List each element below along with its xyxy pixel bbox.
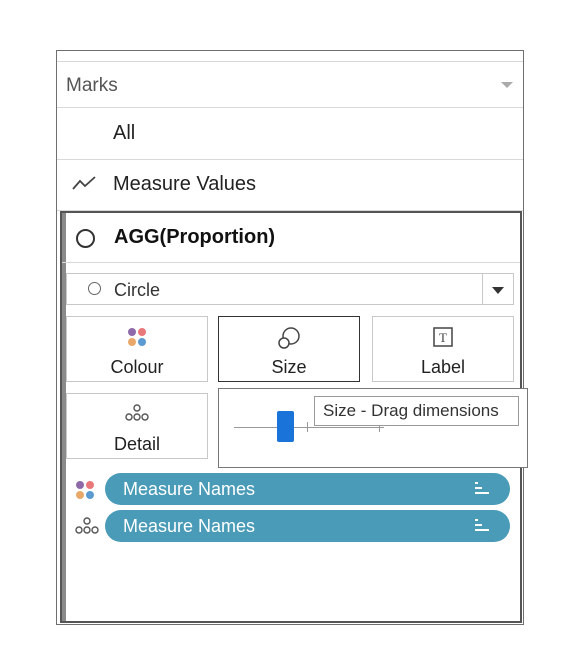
colour-button-label: Colour [110, 357, 164, 377]
circle-icon [76, 229, 95, 248]
line-chart-icon [72, 176, 96, 190]
marks-title: Marks [66, 75, 118, 96]
mark-type-dropdown[interactable]: Circle [66, 273, 514, 305]
pill-label: Measure Names [123, 516, 256, 536]
encoding-row-colour: Measure Names [62, 473, 520, 505]
colour-dots-icon [76, 481, 94, 499]
colour-button[interactable]: Colour [66, 316, 208, 382]
measure-names-pill[interactable]: Measure Names [105, 510, 510, 542]
mark-type-dropdown-button[interactable] [482, 274, 513, 304]
svg-text:T: T [439, 330, 447, 345]
size-slider-tick [307, 422, 308, 432]
marks-panel: Marks All Measure Values AGG(Proportion)… [56, 50, 528, 625]
size-icon [278, 327, 300, 349]
size-button-label: Size [271, 357, 307, 377]
size-slider-thumb[interactable] [277, 411, 294, 442]
marks-card-label: Measure Values [113, 173, 257, 195]
sort-icon[interactable] [474, 518, 492, 534]
marks-card-label: All [113, 122, 136, 144]
marks-header[interactable]: Marks [57, 62, 523, 108]
detail-dots-icon [125, 404, 149, 421]
marks-card-measure-values[interactable]: Measure Values [57, 160, 523, 211]
chevron-down-icon [492, 287, 504, 294]
label-button[interactable]: T Label [372, 316, 514, 382]
panel-top-strip [57, 51, 523, 62]
circle-icon [88, 282, 101, 295]
agg-card-title: AGG(Proportion) [114, 226, 276, 248]
measure-names-pill[interactable]: Measure Names [105, 473, 510, 505]
agg-card-header[interactable]: AGG(Proportion) [62, 213, 520, 263]
chevron-down-icon[interactable] [501, 82, 513, 88]
detail-button-label: Detail [113, 434, 161, 454]
sort-icon[interactable] [474, 481, 492, 497]
encoding-row-detail: Measure Names [62, 510, 520, 542]
size-slider-track[interactable] [234, 427, 384, 428]
mark-type-value: Circle [114, 280, 161, 300]
text-label-icon: T [433, 327, 453, 347]
detail-button[interactable]: Detail [66, 393, 208, 459]
detail-dots-icon [75, 517, 99, 534]
size-tooltip: Size - Drag dimensions [314, 396, 519, 426]
size-popup: Size - Drag dimensions [218, 388, 528, 468]
pill-label: Measure Names [123, 479, 256, 499]
marks-card-all[interactable]: All [57, 109, 523, 160]
size-button[interactable]: Size [218, 316, 360, 382]
marks-card-agg-proportion: AGG(Proportion) Circle Colour Size T Lab… [60, 211, 528, 623]
label-button-label: Label [420, 357, 466, 377]
colour-dots-icon [128, 328, 146, 346]
